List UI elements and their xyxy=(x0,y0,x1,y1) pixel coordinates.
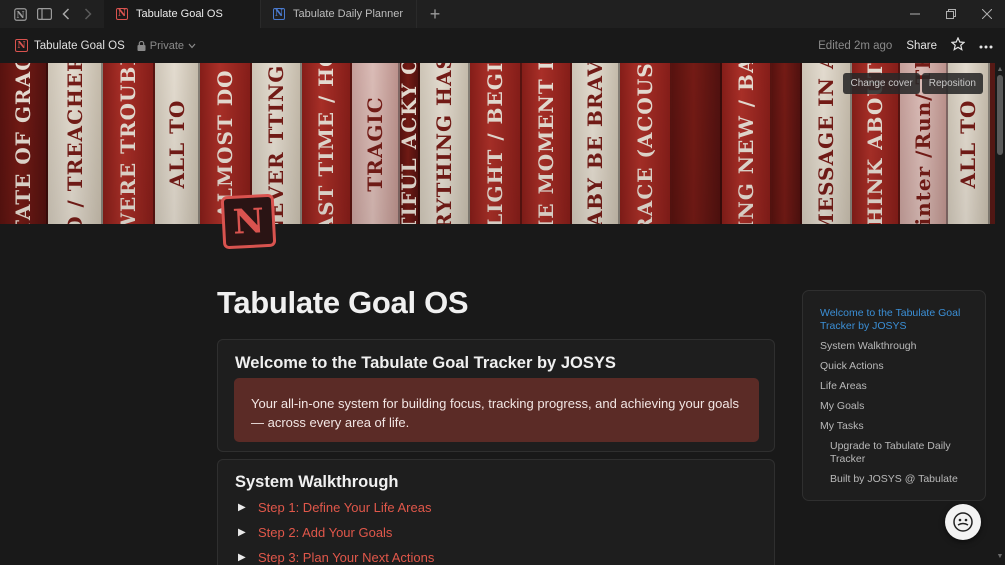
page-header: N Tabulate Goal OS Private Edited 2m ago… xyxy=(0,28,1005,63)
change-cover-button[interactable]: Change cover xyxy=(843,73,920,94)
toc-item-my-tasks[interactable]: My Tasks xyxy=(820,420,970,433)
book-spine xyxy=(672,63,722,224)
lock-icon xyxy=(137,40,146,51)
toc-item-built-by[interactable]: Built by JOSYS @ Tabulate xyxy=(820,473,965,486)
toc-item-my-goals[interactable]: My Goals xyxy=(820,400,970,413)
toc-item-life-areas[interactable]: Life Areas xyxy=(820,380,970,393)
toggle-step-1[interactable]: ▶ Step 1: Define Your Life Areas xyxy=(238,500,431,515)
book-spine: I WERE TROUBLE xyxy=(103,63,155,224)
tab-label: Tabulate Daily Planner xyxy=(293,8,404,20)
table-of-contents: Welcome to the Tabulate Goal Tracker by … xyxy=(802,290,986,501)
book-spine: RLIGHT / BEGIN xyxy=(470,63,522,224)
toc-item-quick-actions[interactable]: Quick Actions xyxy=(820,360,970,373)
book-spine: D / TREACHER xyxy=(48,63,103,224)
book-spine: ALL TO xyxy=(155,63,200,224)
cover-image[interactable]: STATE OF GRACE D / TREACHER I WERE TROUB… xyxy=(0,63,995,224)
step-link[interactable]: Step 3: Plan Your Next Actions xyxy=(258,550,434,565)
book-spine: THE MOMENT I K xyxy=(522,63,572,224)
toggle-step-2[interactable]: ▶ Step 2: Add Your Goals xyxy=(238,525,392,540)
toc-item-system-walkthrough[interactable]: System Walkthrough xyxy=(820,340,970,353)
cover-controls: Change cover Reposition xyxy=(843,73,983,94)
forward-arrow-icon[interactable] xyxy=(77,0,99,28)
help-assistant-button[interactable] xyxy=(945,504,981,540)
step-link[interactable]: Step 1: Define Your Life Areas xyxy=(258,500,431,515)
reposition-button[interactable]: Reposition xyxy=(921,73,983,94)
privacy-label: Private xyxy=(149,39,185,52)
book-spine: BABY BE BRAVE xyxy=(572,63,620,224)
toc-item-welcome[interactable]: Welcome to the Tabulate Goal Tracker by … xyxy=(820,307,970,333)
tab-bar: N N Tabulate Goal OS N Tabulate Daily Pl… xyxy=(0,0,1005,28)
book-spine: EVERYTHING HAS CH xyxy=(420,63,470,224)
chevron-down-icon xyxy=(188,43,196,48)
welcome-card: Welcome to the Tabulate Goal Tracker by … xyxy=(217,339,775,452)
tab-tabulate-daily-planner[interactable]: N Tabulate Daily Planner xyxy=(261,0,417,28)
scroll-down-arrow-icon[interactable]: ▼ xyxy=(996,553,1004,561)
notion-app-icon[interactable]: N xyxy=(9,0,31,28)
walkthrough-heading: System Walkthrough xyxy=(235,473,399,491)
more-options-icon[interactable] xyxy=(979,40,993,52)
assistant-face-icon xyxy=(953,512,973,532)
page-title[interactable]: Tabulate Goal OS xyxy=(217,285,469,321)
share-button[interactable]: Share xyxy=(906,40,937,52)
minimize-icon[interactable] xyxy=(897,0,933,28)
toggle-step-3[interactable]: ▶ Step 3: Plan Your Next Actions xyxy=(238,550,434,565)
book-spine xyxy=(772,63,802,224)
notion-blue-icon: N xyxy=(273,8,285,20)
notion-red-icon: N xyxy=(116,8,128,20)
restore-icon[interactable] xyxy=(933,0,969,28)
close-window-icon[interactable] xyxy=(969,0,1005,28)
sidebar-toggle-icon[interactable] xyxy=(33,0,55,28)
book-spine: THING NEW / BABE xyxy=(722,63,772,224)
walkthrough-card: System Walkthrough ▶ Step 1: Define Your… xyxy=(217,459,775,565)
welcome-heading: Welcome to the Tabulate Goal Tracker by … xyxy=(235,354,616,372)
scrollbar-thumb[interactable] xyxy=(997,75,1003,155)
back-arrow-icon[interactable] xyxy=(55,0,77,28)
scroll-up-arrow-icon[interactable]: ▲ xyxy=(996,66,1004,74)
book-spine: Y THE LAST TIME / HOLY GRO xyxy=(302,63,352,224)
page-icon[interactable]: N xyxy=(220,193,277,250)
edited-timestamp: Edited 2m ago xyxy=(818,39,893,52)
callout-text: Your all-in-one system for building focu… xyxy=(251,396,740,430)
tab-tabulate-goal-os[interactable]: N Tabulate Goal OS xyxy=(104,0,261,28)
svg-text:N: N xyxy=(16,11,24,21)
book-spine: AUTIFUL ACKY ONE xyxy=(400,63,420,224)
intro-callout: Your all-in-one system for building focu… xyxy=(234,378,759,442)
breadcrumb-page-title[interactable]: Tabulate Goal OS xyxy=(34,40,125,52)
favorite-star-icon[interactable] xyxy=(950,36,966,54)
new-tab-plus-icon[interactable]: + xyxy=(425,0,445,28)
toggle-triangle-icon[interactable]: ▶ xyxy=(238,527,258,538)
book-spine: GRACE (ACOUSTI xyxy=(620,63,672,224)
book-spine: TRAGIC xyxy=(352,63,400,224)
toc-item-upgrade[interactable]: Upgrade to Tabulate Daily Tracker xyxy=(820,440,965,466)
notion-logo-icon: N xyxy=(231,200,266,243)
step-link[interactable]: Step 2: Add Your Goals xyxy=(258,525,392,540)
privacy-selector[interactable]: Private xyxy=(137,40,196,52)
tab-label: Tabulate Goal OS xyxy=(136,8,223,20)
notion-red-icon: N xyxy=(15,39,28,52)
toggle-triangle-icon[interactable]: ▶ xyxy=(238,502,258,513)
book-spine: STATE OF GRACE xyxy=(0,63,48,224)
toggle-triangle-icon[interactable]: ▶ xyxy=(238,552,258,563)
